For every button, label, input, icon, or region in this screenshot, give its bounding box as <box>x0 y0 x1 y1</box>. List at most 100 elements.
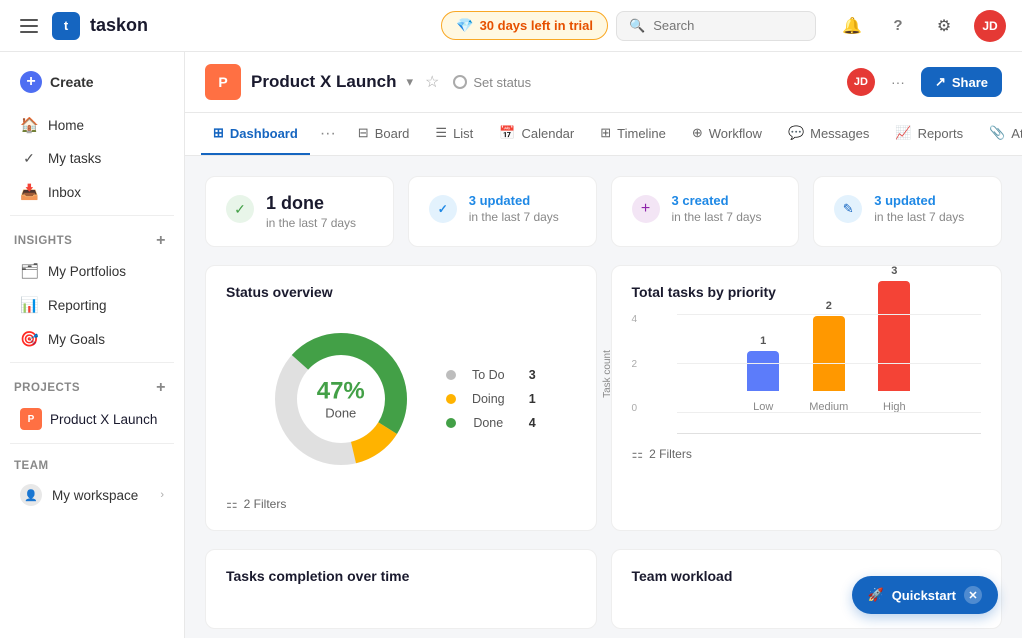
stat-updated2-number: 3 updated <box>874 193 964 208</box>
tab-reports[interactable]: 📈 Reports <box>883 113 975 155</box>
sidebar-item-goals[interactable]: 🎯 My Goals <box>6 323 178 355</box>
help-icon[interactable]: ? <box>882 10 914 42</box>
portfolios-icon: 🗂 <box>20 262 38 280</box>
status-filters-row: ⚏ 2 Filters <box>226 484 576 512</box>
completion-card: Tasks completion over time <box>205 549 597 629</box>
legend-count-todo: 3 <box>529 368 536 382</box>
attachments-tab-icon: 📎 <box>989 125 1005 141</box>
set-status-button[interactable]: Set status <box>453 75 531 90</box>
sidebar: + Create 🏠 Home ✓ My tasks 📥 Inbox Insig… <box>0 52 185 638</box>
share-icon: ↗ <box>935 74 946 90</box>
insights-section-label: Insights <box>14 235 72 247</box>
hamburger-icon[interactable] <box>16 15 42 37</box>
sidebar-item-project-x[interactable]: P Product X Launch <box>6 402 178 436</box>
share-label: Share <box>952 75 988 90</box>
create-plus-icon: + <box>20 71 42 93</box>
tab-workflow[interactable]: ⊕ Workflow <box>680 113 774 155</box>
tabs-more-button[interactable]: ··· <box>312 115 344 153</box>
bar-group-medium: 2 Medium <box>809 300 848 413</box>
tab-attachments[interactable]: 📎 Attachments <box>977 113 1022 155</box>
tab-timeline[interactable]: ⊞ Timeline <box>588 113 678 155</box>
donut-area: 47% Done To Do 3 <box>226 314 576 484</box>
y-label-2: 2 <box>632 359 652 370</box>
trial-badge[interactable]: 💎 30 days left in trial <box>441 11 608 40</box>
insights-add-button[interactable]: + <box>152 232 170 250</box>
settings-icon[interactable]: ⚙ <box>928 10 960 42</box>
topbar-center: 💎 30 days left in trial 🔍 <box>441 11 816 41</box>
project-dropdown-icon[interactable]: ▾ <box>406 74 413 90</box>
status-circle-icon <box>453 75 467 89</box>
bar-label-high: High <box>883 401 906 413</box>
sidebar-item-inbox[interactable]: 📥 Inbox <box>6 176 178 208</box>
y-label-0: 0 <box>632 403 652 414</box>
sidebar-label-inbox: Inbox <box>48 185 81 200</box>
content-area: P Product X Launch ▾ ☆ Set status JD ···… <box>185 52 1022 638</box>
stat-updated1-label: in the last 7 days <box>469 210 559 224</box>
legend-dot-doing <box>446 394 456 404</box>
gem-icon: 💎 <box>456 17 473 34</box>
sidebar-item-home[interactable]: 🏠 Home <box>6 109 178 141</box>
project-star-icon[interactable]: ☆ <box>425 72 439 92</box>
legend-count-done: 4 <box>529 416 536 430</box>
project-icon-large: P <box>205 64 241 100</box>
stat-updated2-label: in the last 7 days <box>874 210 964 224</box>
share-button[interactable]: ↗ Share <box>921 67 1002 97</box>
set-status-label: Set status <box>473 75 531 90</box>
list-tab-icon: ☰ <box>435 125 447 141</box>
sidebar-label-goals: My Goals <box>48 332 105 347</box>
bar-medium <box>813 316 845 391</box>
header-avatar[interactable]: JD <box>847 68 875 96</box>
app-container: t taskon 💎 30 days left in trial 🔍 🔔 ? ⚙… <box>0 0 1022 638</box>
home-icon: 🏠 <box>20 116 38 134</box>
tab-label-calendar: Calendar <box>521 126 574 141</box>
stat-done-icon: ✓ <box>226 195 254 223</box>
quickstart-close-button[interactable]: ✕ <box>964 586 982 604</box>
legend-label-done: Done <box>473 416 503 430</box>
sidebar-item-my-tasks[interactable]: ✓ My tasks <box>6 143 178 174</box>
sidebar-item-reporting[interactable]: 📊 Reporting <box>6 289 178 321</box>
tabs-bar: ⊞ Dashboard ··· ⊟ Board ☰ List 📅 Calenda… <box>185 113 1022 156</box>
topbar: t taskon 💎 30 days left in trial 🔍 🔔 ? ⚙… <box>0 0 1022 52</box>
stat-created-text: 3 created in the last 7 days <box>672 193 762 224</box>
stat-done-number: 1 done <box>266 193 356 214</box>
filter-icon-status: ⚏ <box>226 496 238 512</box>
donut-chart: 47% Done <box>266 324 416 474</box>
tab-list[interactable]: ☰ List <box>423 113 485 155</box>
create-label: Create <box>50 74 94 90</box>
topbar-avatar[interactable]: JD <box>974 10 1006 42</box>
sidebar-item-portfolios[interactable]: 🗂 My Portfolios <box>6 255 178 287</box>
tab-messages[interactable]: 💬 Messages <box>776 113 881 155</box>
topbar-icons: 🔔 ? ⚙ JD <box>836 10 1006 42</box>
logo-letter: t <box>64 18 68 33</box>
bar-group-low: 1 Low <box>747 335 779 413</box>
legend-item-done: Done 4 <box>446 416 536 430</box>
stat-created-label: in the last 7 days <box>672 210 762 224</box>
sidebar-label-reporting: Reporting <box>48 298 107 313</box>
search-input[interactable] <box>653 18 803 33</box>
sidebar-item-my-workspace[interactable]: 👤 My workspace › <box>6 477 178 513</box>
stat-updated1-number: 3 updated <box>469 193 559 208</box>
main-area: + Create 🏠 Home ✓ My tasks 📥 Inbox Insig… <box>0 52 1022 638</box>
stat-card-updated2: ✎ 3 updated in the last 7 days <box>813 176 1002 247</box>
projects-add-button[interactable]: + <box>152 379 170 397</box>
header-more-button[interactable]: ··· <box>885 70 911 94</box>
tab-dashboard[interactable]: ⊞ Dashboard <box>201 113 310 155</box>
calendar-tab-icon: 📅 <box>499 125 515 141</box>
y-axis-labels: 4 2 0 <box>632 314 652 414</box>
sidebar-label-portfolios: My Portfolios <box>48 264 126 279</box>
legend-count-doing: 1 <box>529 392 536 406</box>
quickstart-button[interactable]: 🚀 Quickstart ✕ <box>852 576 999 614</box>
tab-label-reports: Reports <box>918 126 964 141</box>
notifications-icon[interactable]: 🔔 <box>836 10 868 42</box>
create-button[interactable]: + Create <box>10 64 174 100</box>
stats-row: ✓ 1 done in the last 7 days ✓ 3 updated … <box>205 176 1002 247</box>
bar-label-medium: Medium <box>809 401 848 413</box>
tab-board[interactable]: ⊟ Board <box>346 113 422 155</box>
quickstart-icon: 🚀 <box>868 587 884 603</box>
tab-calendar[interactable]: 📅 Calendar <box>487 113 586 155</box>
team-section-label: Team <box>14 460 49 472</box>
stat-done-label: in the last 7 days <box>266 216 356 230</box>
bar-value-high: 3 <box>891 265 897 277</box>
search-box[interactable]: 🔍 <box>616 11 816 41</box>
goals-icon: 🎯 <box>20 330 38 348</box>
